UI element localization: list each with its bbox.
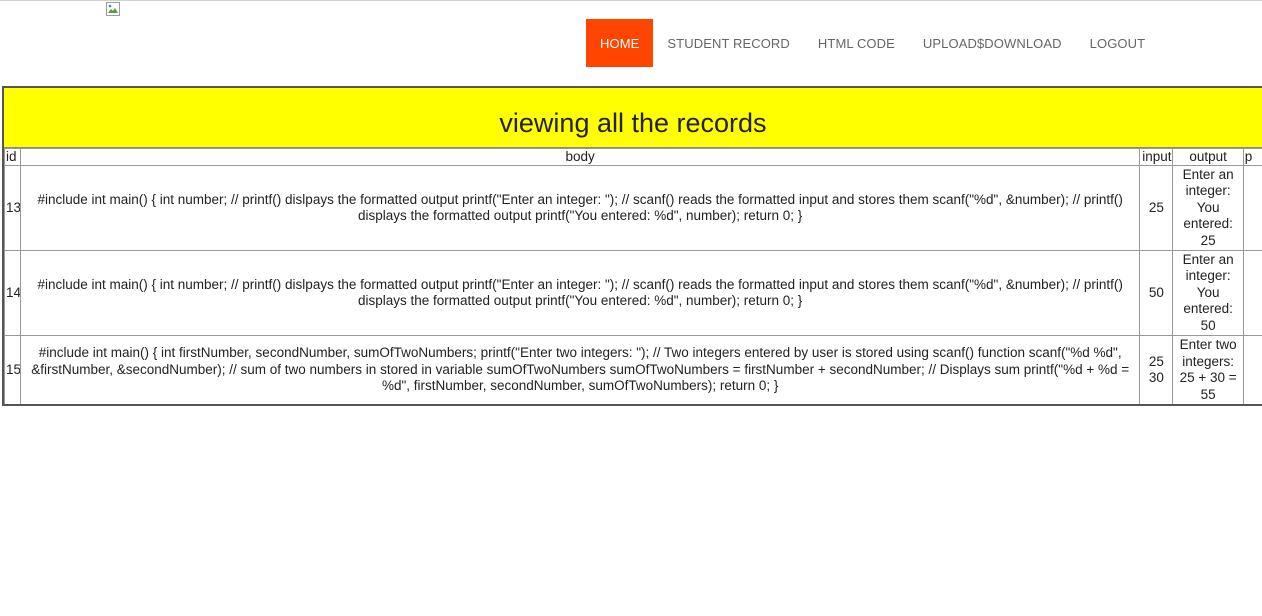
header-output: output: [1172, 148, 1244, 166]
header-id: id: [4, 148, 22, 166]
nav-upload-download[interactable]: UPLOAD$DOWNLOAD: [909, 19, 1076, 67]
nav-html-code[interactable]: HTML CODE: [804, 19, 909, 67]
main-nav: HOME STUDENT RECORD HTML CODE UPLOAD$DOW…: [586, 19, 1159, 67]
record-id: 14: [4, 250, 22, 336]
record-input: 50: [1139, 250, 1174, 336]
record-output: Enter an integer: You entered: 25: [1172, 165, 1244, 251]
record-body: #include int main() { int number; // pri…: [20, 165, 1141, 251]
records-table: id body input output p 13 #include int m…: [4, 148, 1262, 404]
records-panel: viewing all the records id body input ou…: [2, 86, 1262, 406]
header-input: input: [1139, 148, 1174, 166]
table-row: 13 #include int main() { int number; // …: [4, 165, 1262, 251]
record-id: 13: [4, 165, 22, 251]
header-more: p: [1242, 148, 1262, 166]
nav-student-record[interactable]: STUDENT RECORD: [653, 19, 804, 67]
table-row: 14 #include int main() { int number; // …: [4, 250, 1262, 336]
table-header-row: id body input output p: [4, 148, 1262, 166]
header-body: body: [20, 148, 1141, 166]
nav-home[interactable]: HOME: [586, 19, 654, 67]
record-extra: [1242, 165, 1262, 251]
nav-logout[interactable]: LOGOUT: [1076, 19, 1160, 67]
record-extra: [1242, 250, 1262, 336]
record-extra: [1242, 335, 1262, 404]
record-output: Enter an integer: You entered: 50: [1172, 250, 1244, 336]
record-id: 15: [4, 335, 22, 404]
record-input: 25: [1139, 165, 1174, 251]
top-divider: [0, 0, 1262, 1]
broken-image-icon[interactable]: [106, 2, 120, 16]
record-body: #include int main() { int number; // pri…: [20, 250, 1141, 336]
record-input: 25 30: [1139, 335, 1174, 404]
table-row: 15 #include int main() { int firstNumber…: [4, 335, 1262, 404]
records-title: viewing all the records: [4, 88, 1262, 148]
record-output: Enter two integers: 25 + 30 = 55: [1172, 335, 1244, 404]
page: HOME STUDENT RECORD HTML CODE UPLOAD$DOW…: [0, 0, 1262, 616]
record-body: #include int main() { int firstNumber, s…: [20, 335, 1141, 404]
